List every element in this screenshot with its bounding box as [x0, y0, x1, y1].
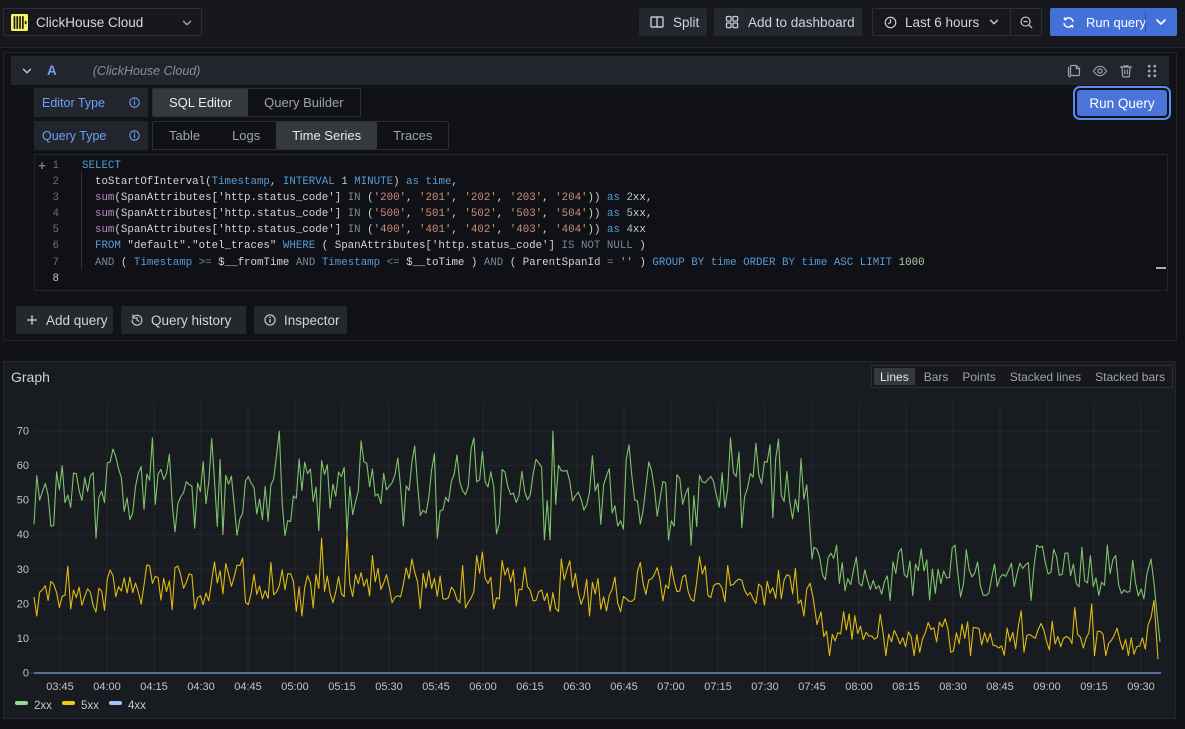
- svg-text:08:30: 08:30: [939, 681, 967, 693]
- svg-text:60: 60: [17, 460, 29, 472]
- svg-text:07:00: 07:00: [657, 681, 685, 693]
- svg-text:05:15: 05:15: [328, 681, 356, 693]
- svg-text:06:15: 06:15: [516, 681, 544, 693]
- svg-text:04:30: 04:30: [187, 681, 215, 693]
- svg-text:08:15: 08:15: [892, 681, 920, 693]
- svg-text:09:00: 09:00: [1033, 681, 1061, 693]
- svg-text:06:45: 06:45: [610, 681, 638, 693]
- svg-text:0: 0: [23, 668, 29, 680]
- svg-text:08:00: 08:00: [845, 681, 873, 693]
- svg-text:10: 10: [17, 633, 29, 645]
- svg-text:70: 70: [17, 426, 29, 438]
- svg-text:09:30: 09:30: [1127, 681, 1155, 693]
- svg-text:06:30: 06:30: [563, 681, 591, 693]
- svg-text:07:30: 07:30: [751, 681, 779, 693]
- svg-text:09:15: 09:15: [1080, 681, 1108, 693]
- svg-text:2xx: 2xx: [34, 700, 52, 712]
- svg-text:07:45: 07:45: [798, 681, 826, 693]
- svg-text:04:00: 04:00: [93, 681, 121, 693]
- svg-text:04:15: 04:15: [140, 681, 168, 693]
- svg-text:08:45: 08:45: [986, 681, 1014, 693]
- svg-text:05:45: 05:45: [422, 681, 450, 693]
- svg-text:05:00: 05:00: [281, 681, 309, 693]
- svg-text:05:30: 05:30: [375, 681, 403, 693]
- svg-text:07:15: 07:15: [704, 681, 732, 693]
- svg-text:5xx: 5xx: [81, 700, 99, 712]
- svg-text:30: 30: [17, 564, 29, 576]
- svg-text:03:45: 03:45: [46, 681, 74, 693]
- svg-text:50: 50: [17, 495, 29, 507]
- svg-text:06:00: 06:00: [469, 681, 497, 693]
- svg-text:4xx: 4xx: [128, 700, 146, 712]
- svg-text:40: 40: [17, 529, 29, 541]
- svg-text:20: 20: [17, 598, 29, 610]
- svg-text:04:45: 04:45: [234, 681, 262, 693]
